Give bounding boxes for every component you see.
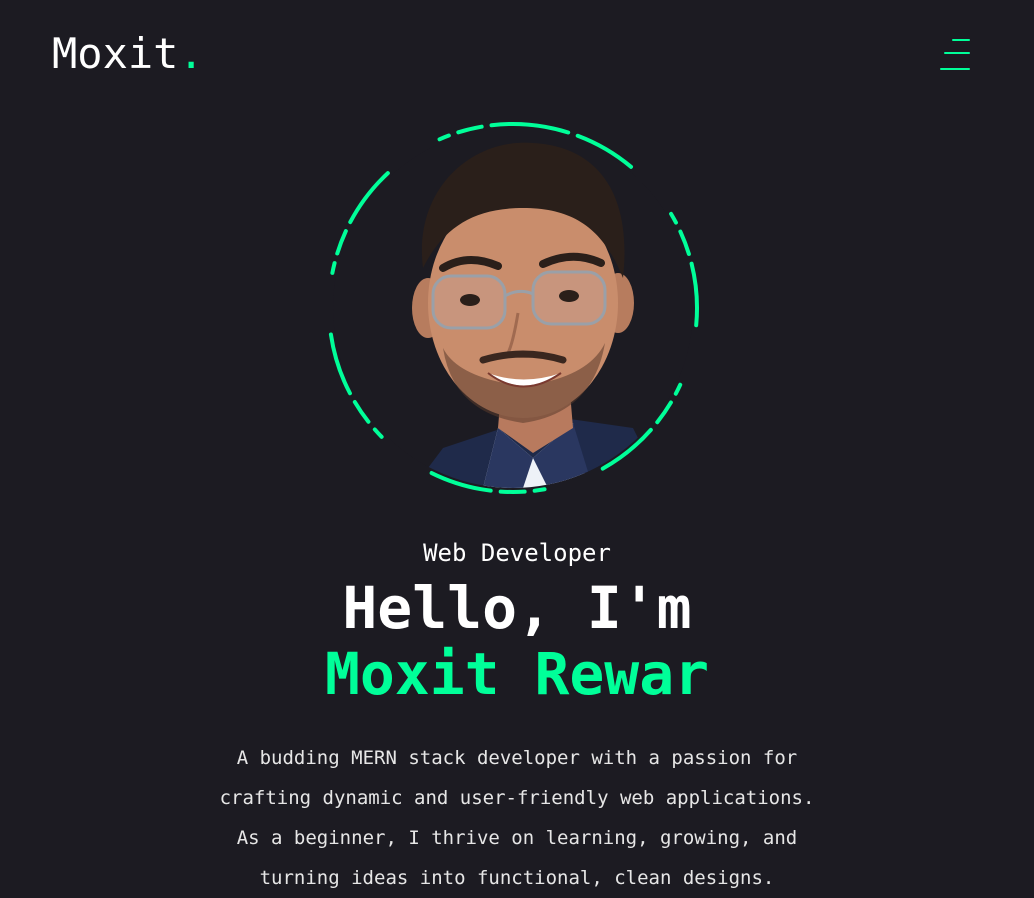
menu-line — [940, 68, 970, 70]
bio-line: A budding MERN stack developer with a pa… — [236, 747, 798, 769]
bio-line: As a beginner, I thrive on learning, gro… — [236, 827, 798, 849]
logo-text: Moxit — [52, 29, 179, 78]
role-subtitle: Web Developer — [423, 539, 611, 567]
name-heading: Moxit Rewar — [324, 640, 710, 708]
site-logo[interactable]: Moxit. — [52, 28, 204, 80]
logo-dot: . — [178, 29, 204, 78]
menu-line — [952, 39, 970, 41]
hamburger-menu-icon[interactable] — [936, 36, 974, 74]
menu-line — [944, 52, 970, 54]
bio-line: crafting dynamic and user-friendly web a… — [219, 787, 815, 809]
bio-line: turning ideas into functional, clean des… — [259, 867, 775, 889]
profile-photo-frame — [325, 120, 701, 496]
bio-paragraph: A budding MERN stack developer with a pa… — [150, 738, 884, 898]
dashed-ring — [327, 122, 699, 494]
greeting-heading: Hello, I'm — [342, 574, 692, 642]
